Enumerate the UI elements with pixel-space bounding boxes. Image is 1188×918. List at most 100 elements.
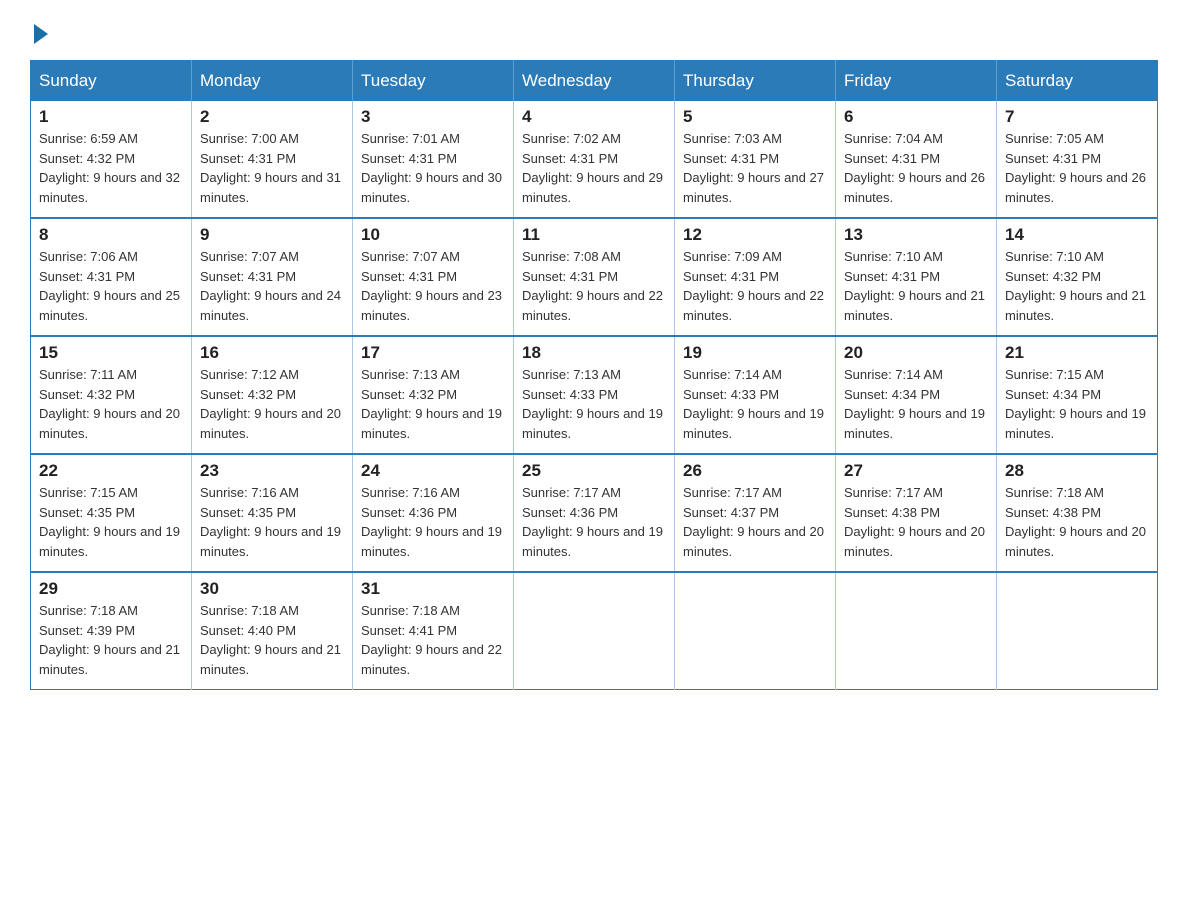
calendar-cell: 19 Sunrise: 7:14 AMSunset: 4:33 PMDaylig…	[675, 336, 836, 454]
day-number: 14	[1005, 225, 1149, 245]
day-info: Sunrise: 7:11 AMSunset: 4:32 PMDaylight:…	[39, 367, 180, 441]
page-header	[30, 20, 1158, 40]
week-row-3: 15 Sunrise: 7:11 AMSunset: 4:32 PMDaylig…	[31, 336, 1158, 454]
day-number: 17	[361, 343, 505, 363]
weekday-header-friday: Friday	[836, 61, 997, 102]
calendar-table: SundayMondayTuesdayWednesdayThursdayFrid…	[30, 60, 1158, 690]
calendar-cell: 2 Sunrise: 7:00 AMSunset: 4:31 PMDayligh…	[192, 101, 353, 218]
day-number: 20	[844, 343, 988, 363]
day-number: 29	[39, 579, 183, 599]
day-info: Sunrise: 7:09 AMSunset: 4:31 PMDaylight:…	[683, 249, 824, 323]
day-info: Sunrise: 7:18 AMSunset: 4:38 PMDaylight:…	[1005, 485, 1146, 559]
day-number: 11	[522, 225, 666, 245]
day-info: Sunrise: 6:59 AMSunset: 4:32 PMDaylight:…	[39, 131, 180, 205]
day-number: 5	[683, 107, 827, 127]
day-info: Sunrise: 7:01 AMSunset: 4:31 PMDaylight:…	[361, 131, 502, 205]
logo	[30, 20, 48, 40]
day-info: Sunrise: 7:10 AMSunset: 4:31 PMDaylight:…	[844, 249, 985, 323]
day-number: 1	[39, 107, 183, 127]
calendar-cell: 4 Sunrise: 7:02 AMSunset: 4:31 PMDayligh…	[514, 101, 675, 218]
day-number: 21	[1005, 343, 1149, 363]
calendar-cell: 22 Sunrise: 7:15 AMSunset: 4:35 PMDaylig…	[31, 454, 192, 572]
calendar-cell: 20 Sunrise: 7:14 AMSunset: 4:34 PMDaylig…	[836, 336, 997, 454]
calendar-cell: 23 Sunrise: 7:16 AMSunset: 4:35 PMDaylig…	[192, 454, 353, 572]
day-info: Sunrise: 7:16 AMSunset: 4:35 PMDaylight:…	[200, 485, 341, 559]
calendar-cell	[514, 572, 675, 690]
calendar-cell	[997, 572, 1158, 690]
day-info: Sunrise: 7:08 AMSunset: 4:31 PMDaylight:…	[522, 249, 663, 323]
calendar-cell: 13 Sunrise: 7:10 AMSunset: 4:31 PMDaylig…	[836, 218, 997, 336]
day-info: Sunrise: 7:03 AMSunset: 4:31 PMDaylight:…	[683, 131, 824, 205]
weekday-header-saturday: Saturday	[997, 61, 1158, 102]
calendar-cell	[836, 572, 997, 690]
calendar-cell: 6 Sunrise: 7:04 AMSunset: 4:31 PMDayligh…	[836, 101, 997, 218]
weekday-header-sunday: Sunday	[31, 61, 192, 102]
day-info: Sunrise: 7:13 AMSunset: 4:33 PMDaylight:…	[522, 367, 663, 441]
logo-arrow-icon	[34, 24, 48, 44]
weekday-header-thursday: Thursday	[675, 61, 836, 102]
day-info: Sunrise: 7:04 AMSunset: 4:31 PMDaylight:…	[844, 131, 985, 205]
day-info: Sunrise: 7:18 AMSunset: 4:40 PMDaylight:…	[200, 603, 341, 677]
day-number: 30	[200, 579, 344, 599]
day-number: 25	[522, 461, 666, 481]
calendar-cell: 9 Sunrise: 7:07 AMSunset: 4:31 PMDayligh…	[192, 218, 353, 336]
week-row-4: 22 Sunrise: 7:15 AMSunset: 4:35 PMDaylig…	[31, 454, 1158, 572]
calendar-cell: 18 Sunrise: 7:13 AMSunset: 4:33 PMDaylig…	[514, 336, 675, 454]
day-number: 8	[39, 225, 183, 245]
day-number: 28	[1005, 461, 1149, 481]
day-number: 13	[844, 225, 988, 245]
day-info: Sunrise: 7:18 AMSunset: 4:41 PMDaylight:…	[361, 603, 502, 677]
calendar-cell: 26 Sunrise: 7:17 AMSunset: 4:37 PMDaylig…	[675, 454, 836, 572]
day-number: 16	[200, 343, 344, 363]
day-number: 2	[200, 107, 344, 127]
calendar-cell: 1 Sunrise: 6:59 AMSunset: 4:32 PMDayligh…	[31, 101, 192, 218]
calendar-cell: 12 Sunrise: 7:09 AMSunset: 4:31 PMDaylig…	[675, 218, 836, 336]
calendar-cell: 17 Sunrise: 7:13 AMSunset: 4:32 PMDaylig…	[353, 336, 514, 454]
day-info: Sunrise: 7:16 AMSunset: 4:36 PMDaylight:…	[361, 485, 502, 559]
weekday-header-wednesday: Wednesday	[514, 61, 675, 102]
week-row-5: 29 Sunrise: 7:18 AMSunset: 4:39 PMDaylig…	[31, 572, 1158, 690]
day-number: 9	[200, 225, 344, 245]
calendar-cell: 5 Sunrise: 7:03 AMSunset: 4:31 PMDayligh…	[675, 101, 836, 218]
day-info: Sunrise: 7:15 AMSunset: 4:34 PMDaylight:…	[1005, 367, 1146, 441]
calendar-cell: 28 Sunrise: 7:18 AMSunset: 4:38 PMDaylig…	[997, 454, 1158, 572]
week-row-2: 8 Sunrise: 7:06 AMSunset: 4:31 PMDayligh…	[31, 218, 1158, 336]
day-number: 24	[361, 461, 505, 481]
calendar-cell: 29 Sunrise: 7:18 AMSunset: 4:39 PMDaylig…	[31, 572, 192, 690]
day-number: 15	[39, 343, 183, 363]
day-info: Sunrise: 7:14 AMSunset: 4:33 PMDaylight:…	[683, 367, 824, 441]
day-info: Sunrise: 7:07 AMSunset: 4:31 PMDaylight:…	[361, 249, 502, 323]
calendar-cell: 8 Sunrise: 7:06 AMSunset: 4:31 PMDayligh…	[31, 218, 192, 336]
day-info: Sunrise: 7:17 AMSunset: 4:37 PMDaylight:…	[683, 485, 824, 559]
calendar-cell: 27 Sunrise: 7:17 AMSunset: 4:38 PMDaylig…	[836, 454, 997, 572]
day-number: 23	[200, 461, 344, 481]
day-number: 6	[844, 107, 988, 127]
day-info: Sunrise: 7:18 AMSunset: 4:39 PMDaylight:…	[39, 603, 180, 677]
day-number: 12	[683, 225, 827, 245]
day-number: 4	[522, 107, 666, 127]
calendar-cell: 30 Sunrise: 7:18 AMSunset: 4:40 PMDaylig…	[192, 572, 353, 690]
calendar-cell: 10 Sunrise: 7:07 AMSunset: 4:31 PMDaylig…	[353, 218, 514, 336]
calendar-cell: 31 Sunrise: 7:18 AMSunset: 4:41 PMDaylig…	[353, 572, 514, 690]
calendar-cell: 3 Sunrise: 7:01 AMSunset: 4:31 PMDayligh…	[353, 101, 514, 218]
day-info: Sunrise: 7:13 AMSunset: 4:32 PMDaylight:…	[361, 367, 502, 441]
calendar-cell: 14 Sunrise: 7:10 AMSunset: 4:32 PMDaylig…	[997, 218, 1158, 336]
day-info: Sunrise: 7:06 AMSunset: 4:31 PMDaylight:…	[39, 249, 180, 323]
day-number: 7	[1005, 107, 1149, 127]
day-info: Sunrise: 7:05 AMSunset: 4:31 PMDaylight:…	[1005, 131, 1146, 205]
calendar-cell: 24 Sunrise: 7:16 AMSunset: 4:36 PMDaylig…	[353, 454, 514, 572]
calendar-cell	[675, 572, 836, 690]
week-row-1: 1 Sunrise: 6:59 AMSunset: 4:32 PMDayligh…	[31, 101, 1158, 218]
day-number: 10	[361, 225, 505, 245]
day-info: Sunrise: 7:15 AMSunset: 4:35 PMDaylight:…	[39, 485, 180, 559]
day-number: 27	[844, 461, 988, 481]
day-info: Sunrise: 7:10 AMSunset: 4:32 PMDaylight:…	[1005, 249, 1146, 323]
weekday-header-row: SundayMondayTuesdayWednesdayThursdayFrid…	[31, 61, 1158, 102]
day-info: Sunrise: 7:17 AMSunset: 4:38 PMDaylight:…	[844, 485, 985, 559]
day-info: Sunrise: 7:07 AMSunset: 4:31 PMDaylight:…	[200, 249, 341, 323]
weekday-header-monday: Monday	[192, 61, 353, 102]
day-info: Sunrise: 7:02 AMSunset: 4:31 PMDaylight:…	[522, 131, 663, 205]
day-info: Sunrise: 7:12 AMSunset: 4:32 PMDaylight:…	[200, 367, 341, 441]
day-info: Sunrise: 7:17 AMSunset: 4:36 PMDaylight:…	[522, 485, 663, 559]
calendar-cell: 11 Sunrise: 7:08 AMSunset: 4:31 PMDaylig…	[514, 218, 675, 336]
